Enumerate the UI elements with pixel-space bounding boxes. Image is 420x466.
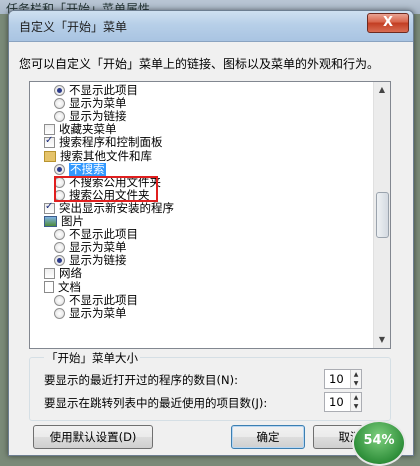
list-item[interactable]: 显示为菜单 — [54, 97, 127, 110]
customize-start-menu-dialog: 自定义「开始」菜单 X 您可以自定义「开始」菜单上的链接、图标以及菜单的外观和行… — [8, 10, 414, 456]
highlight-annotation-box — [54, 176, 158, 202]
list-item[interactable]: 显示为链接 — [54, 110, 127, 123]
list-item[interactable]: 不显示此项目 — [54, 228, 138, 241]
list-item-label: 搜索程序和控制面板 — [59, 135, 163, 150]
scrollbar-thumb[interactable] — [376, 192, 389, 238]
use-default-settings-button[interactable]: 使用默认设置(D) — [33, 425, 153, 449]
list-item-label: 显示为菜单 — [69, 305, 127, 320]
dialog-title: 自定义「开始」菜单 — [19, 20, 128, 34]
list-item-label: 不显示此项目 — [69, 83, 138, 97]
spinner-arrows-icon[interactable]: ▲ ▼ — [350, 393, 361, 411]
list-item[interactable]: 搜索其他文件和库 — [44, 148, 152, 163]
list-item[interactable]: 不搜索 — [54, 161, 106, 176]
list-item[interactable]: 文档 — [44, 279, 81, 294]
jumplist-items-spinner[interactable]: 10 ▲ ▼ — [324, 392, 362, 412]
start-menu-options-list[interactable]: 不显示此项目显示为菜单显示为链接收藏夹菜单搜索程序和控制面板搜索其他文件和库不搜… — [29, 81, 391, 349]
list-item-label: 显示为菜单 — [69, 240, 127, 255]
list-item-label: 不搜索 — [69, 161, 106, 176]
recent-programs-value[interactable]: 10 — [329, 372, 344, 386]
list-item-label: 不显示此项目 — [69, 292, 138, 307]
scroll-down-icon[interactable]: ▼ — [374, 332, 390, 348]
spinner-arrows-icon[interactable]: ▲ ▼ — [350, 370, 361, 388]
start-menu-size-legend: 「开始」菜单大小 — [44, 350, 140, 366]
progress-badge: 54% — [352, 420, 406, 466]
jumplist-items-label: 要显示在跳转列表中的最近使用的项目数(J): — [44, 396, 268, 410]
radio-icon[interactable] — [54, 111, 65, 123]
list-item-label: 图片 — [61, 214, 84, 228]
list-item-label: 不显示此项目 — [69, 227, 138, 242]
list-item[interactable]: 不显示此项目 — [54, 292, 138, 307]
list-item-label: 收藏夹菜单 — [59, 122, 117, 137]
close-icon: X — [382, 15, 394, 30]
radio-icon[interactable] — [54, 163, 65, 175]
document-icon — [44, 281, 54, 293]
checkbox-icon[interactable] — [44, 200, 55, 214]
list-vertical-scrollbar[interactable]: ▲ ▼ — [373, 82, 390, 348]
picture-icon — [44, 216, 57, 227]
close-button[interactable]: X — [367, 13, 409, 33]
list-item[interactable]: 显示为菜单 — [54, 241, 127, 254]
list-item[interactable]: 不显示此项目 — [54, 84, 138, 97]
options-list-viewport: 不显示此项目显示为菜单显示为链接收藏夹菜单搜索程序和控制面板搜索其他文件和库不搜… — [30, 82, 373, 348]
checkbox-icon[interactable] — [44, 268, 55, 280]
list-item-label: 显示为链接 — [69, 109, 127, 124]
recent-programs-spinner[interactable]: 10 ▲ ▼ — [324, 369, 362, 389]
list-item-label: 显示为菜单 — [69, 96, 127, 111]
radio-icon[interactable] — [54, 294, 65, 306]
jumplist-items-value[interactable]: 10 — [329, 395, 344, 409]
dialog-titlebar[interactable]: 自定义「开始」菜单 X — [9, 11, 413, 42]
radio-icon[interactable] — [54, 98, 65, 110]
checkbox-icon[interactable] — [44, 134, 55, 149]
list-item[interactable]: 收藏夹菜单 — [44, 123, 117, 136]
ok-button[interactable]: 确定 — [231, 425, 305, 449]
list-item[interactable]: 图片 — [44, 215, 84, 228]
list-item[interactable]: 显示为链接 — [54, 254, 127, 267]
list-item[interactable]: 显示为菜单 — [54, 305, 127, 320]
list-item-label: 突出显示新安装的程序 — [59, 200, 174, 215]
list-item-label: 显示为链接 — [69, 253, 127, 268]
dialog-description: 您可以自定义「开始」菜单上的链接、图标以及菜单的外观和行为。 — [19, 57, 380, 71]
radio-icon[interactable] — [54, 85, 65, 96]
list-item[interactable]: 搜索程序和控制面板 — [44, 134, 163, 150]
scroll-up-icon[interactable]: ▲ — [374, 82, 390, 98]
start-menu-size-group: 「开始」菜单大小 要显示的最近打开过的程序的数目(N): 10 ▲ ▼ 要显示在跳… — [29, 350, 391, 421]
list-item[interactable]: 网络 — [44, 267, 82, 280]
recent-programs-label: 要显示的最近打开过的程序的数目(N): — [44, 373, 238, 387]
folder-icon — [44, 150, 56, 162]
list-item-label: 网络 — [59, 266, 82, 281]
radio-icon[interactable] — [54, 255, 65, 267]
radio-icon[interactable] — [54, 307, 65, 319]
list-item[interactable]: 突出显示新安装的程序 — [44, 200, 174, 215]
list-item-label: 文档 — [58, 279, 81, 294]
list-item-label: 搜索其他文件和库 — [60, 148, 152, 163]
radio-icon[interactable] — [54, 242, 65, 254]
radio-icon[interactable] — [54, 229, 65, 241]
